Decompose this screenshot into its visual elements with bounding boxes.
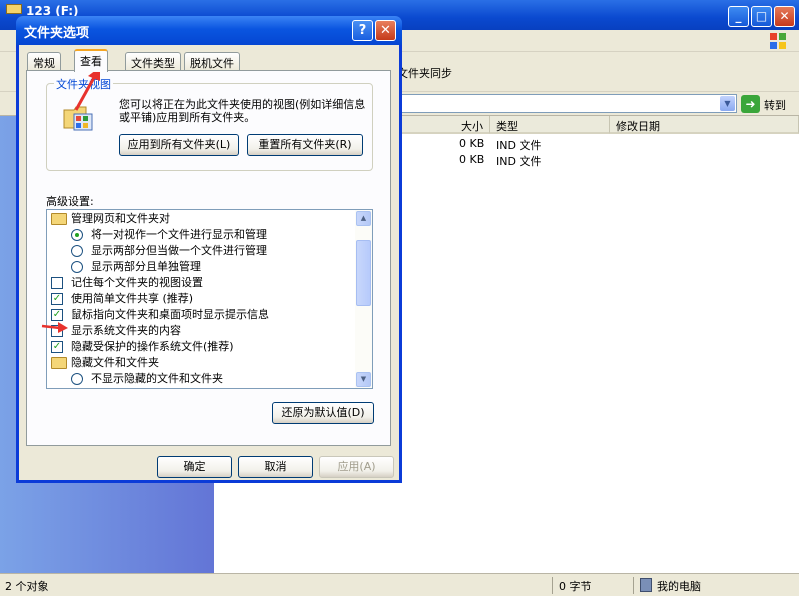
folder-views-group: 文件夹视图 您可以将正在为此文件夹使用的视图(例如详细信息或平铺)应用到所有文件… [46,76,373,171]
advanced-settings-tree[interactable]: 不显示隐藏的文件和文件夹 隐藏文件和文件夹 ✓ 隐藏受保护的操作系统文件(推荐) 显示系… [46,209,373,389]
setting-label: 将一对视作一个文件进行显示和管理 [91,228,267,241]
minimize-button[interactable]: _ [728,6,749,27]
checkbox[interactable]: ✓ [51,341,63,353]
setting-label: 显示两部分且单独管理 [91,260,201,273]
maximize-button[interactable]: □ [751,6,772,27]
checkbox[interactable] [51,277,63,289]
view-tab-panel: 文件夹视图 您可以将正在为此文件夹使用的视图(例如详细信息或平铺)应用到所有文件… [26,70,391,446]
setting-label: 不显示隐藏的文件和文件夹 [91,372,223,385]
dialog-title-bar: 文件夹选项 ? ✕ [16,16,402,45]
setting-label: 鼠标指向文件夹和桌面项时显示提示信息 [71,308,269,321]
drive-icon [6,4,22,14]
tab-general[interactable]: 常规 [27,52,61,71]
address-input[interactable]: ▼ [397,94,737,113]
checkbox[interactable]: ✓ [51,309,63,321]
radio-button[interactable] [71,229,83,241]
checkbox[interactable] [51,325,63,337]
folder-sync-button[interactable]: 文件夹同步 [397,65,452,81]
ok-button[interactable]: 确定 [157,456,232,478]
dialog-close-button[interactable]: ✕ [375,20,396,41]
column-date-header[interactable]: 修改日期 [610,116,799,134]
setting-label: 管理网页和文件夹对 [71,212,170,225]
file-type: IND 文件 [496,139,542,152]
setting-label: 显示系统文件夹的内容 [71,324,181,337]
folder-icon [51,213,67,225]
setting-label: 隐藏文件和文件夹 [71,356,159,369]
apply-button[interactable]: 应用(A) [319,456,394,478]
dialog-title: 文件夹选项 [24,26,90,41]
tab-file-types[interactable]: 文件类型 [125,52,181,71]
column-type-header[interactable]: 类型 [490,116,610,134]
file-type: IND 文件 [496,155,542,168]
setting-label: 记住每个文件夹的视图设置 [71,276,203,289]
status-object-count: 2 个对象 [5,580,49,593]
file-size: 0 KB [459,137,485,150]
status-size: 0 字节 [559,580,592,593]
setting-label: 使用简单文件共享 (推荐) [71,292,194,305]
address-dropdown-icon[interactable]: ▼ [720,96,735,111]
tab-view[interactable]: 查看 [74,49,108,72]
setting-label: 显示两部分但当做一个文件进行管理 [91,244,267,257]
status-location: 我的电脑 [657,580,701,593]
folder-views-icon [63,106,93,131]
dialog-body: 常规 查看 文件类型 脱机文件 文件夹视图 您可以将正在为此文件夹使用的视图(例… [19,45,399,480]
advanced-settings-label: 高级设置: [46,195,94,208]
folder-icon [51,357,67,369]
settings-scrollbar[interactable]: ▲ ▼ [355,210,372,388]
cancel-button[interactable]: 取消 [238,456,313,478]
radio-selected-dot [75,233,79,237]
column-size-header[interactable]: 大小 [402,116,490,134]
scroll-down-icon[interactable]: ▼ [356,372,371,387]
reset-all-folders-button[interactable]: 重置所有文件夹(R) [247,134,363,156]
status-bar: 2 个对象 0 字节 我的电脑 [0,573,799,596]
windows-logo-icon [770,33,786,49]
my-computer-icon [640,578,652,592]
radio-button[interactable] [71,373,83,385]
folder-views-label: 文件夹视图 [54,76,113,92]
help-button[interactable]: ? [352,20,373,41]
folder-views-description: 您可以将正在为此文件夹使用的视图(例如详细信息或平铺)应用到所有文件夹。 [119,98,366,124]
apply-to-all-folders-button[interactable]: 应用到所有文件夹(L) [119,134,239,156]
checkbox[interactable]: ✓ [51,293,63,305]
setting-label: 隐藏受保护的操作系统文件(推荐) [71,340,234,353]
scroll-thumb[interactable] [356,240,371,306]
folder-options-dialog: 文件夹选项 ? ✕ 常规 查看 文件类型 脱机文件 文件夹视图 您可以将正在为此… [16,16,402,483]
file-size: 0 KB [459,153,485,166]
tab-offline-files[interactable]: 脱机文件 [184,52,240,71]
scroll-up-icon[interactable]: ▲ [356,211,371,226]
go-arrow-icon[interactable]: ➜ [741,95,760,113]
go-button[interactable]: 转到 [764,97,786,113]
radio-button[interactable] [71,245,83,257]
restore-defaults-button[interactable]: 还原为默认值(D) [272,402,374,424]
radio-button[interactable] [71,261,83,273]
close-button[interactable]: ✕ [774,6,795,27]
